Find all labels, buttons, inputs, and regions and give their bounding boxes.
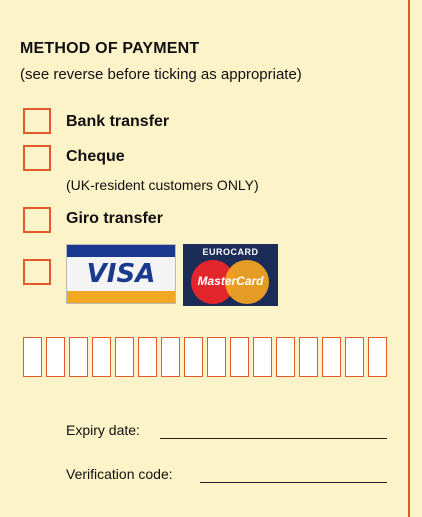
- form-title: METHOD OF PAYMENT: [20, 40, 200, 57]
- visa-logo: VISA: [66, 244, 176, 304]
- card-digit-box[interactable]: [253, 337, 272, 377]
- giro-transfer-checkbox[interactable]: [23, 207, 51, 233]
- verification-code-label: Verification code:: [66, 466, 173, 482]
- card-digit-box[interactable]: [46, 337, 65, 377]
- card-digit-box[interactable]: [23, 337, 42, 377]
- card-digit-box[interactable]: [115, 337, 134, 377]
- card-number-field[interactable]: [23, 337, 387, 377]
- visa-logo-text: VISA: [86, 259, 156, 289]
- giro-transfer-label: Giro transfer: [66, 210, 163, 227]
- card-digit-box[interactable]: [138, 337, 157, 377]
- card-digit-box[interactable]: [322, 337, 341, 377]
- verification-code-input[interactable]: [200, 482, 387, 483]
- card-digit-box[interactable]: [207, 337, 226, 377]
- expiry-date-input[interactable]: [160, 438, 387, 439]
- cheque-label: Cheque: [66, 148, 125, 165]
- expiry-date-label: Expiry date:: [66, 422, 140, 438]
- visa-stripe-top: [67, 245, 175, 257]
- card-digit-box[interactable]: [92, 337, 111, 377]
- eurocard-logo-text: EUROCARD: [202, 247, 259, 257]
- visa-stripe-bottom: [67, 291, 175, 303]
- card-digit-box[interactable]: [184, 337, 203, 377]
- card-digit-box[interactable]: [368, 337, 387, 377]
- card-digit-box[interactable]: [299, 337, 318, 377]
- cheque-checkbox[interactable]: [23, 145, 51, 171]
- form-subtitle: (see reverse before ticking as appropria…: [20, 66, 302, 83]
- card-digit-box[interactable]: [230, 337, 249, 377]
- credit-card-checkbox[interactable]: [23, 259, 51, 285]
- bank-transfer-label: Bank transfer: [66, 113, 170, 130]
- card-digit-box[interactable]: [161, 337, 180, 377]
- card-digit-box[interactable]: [276, 337, 295, 377]
- bank-transfer-checkbox[interactable]: [23, 108, 51, 134]
- cheque-note: (UK-resident customers ONLY): [66, 177, 259, 193]
- card-digit-box[interactable]: [345, 337, 364, 377]
- payment-method-form: METHOD OF PAYMENT (see reverse before ti…: [0, 0, 410, 517]
- card-digit-box[interactable]: [69, 337, 88, 377]
- mastercard-logo-text: MasterCard: [197, 274, 264, 288]
- eurocard-mastercard-logo: EUROCARD MasterCard: [183, 244, 278, 306]
